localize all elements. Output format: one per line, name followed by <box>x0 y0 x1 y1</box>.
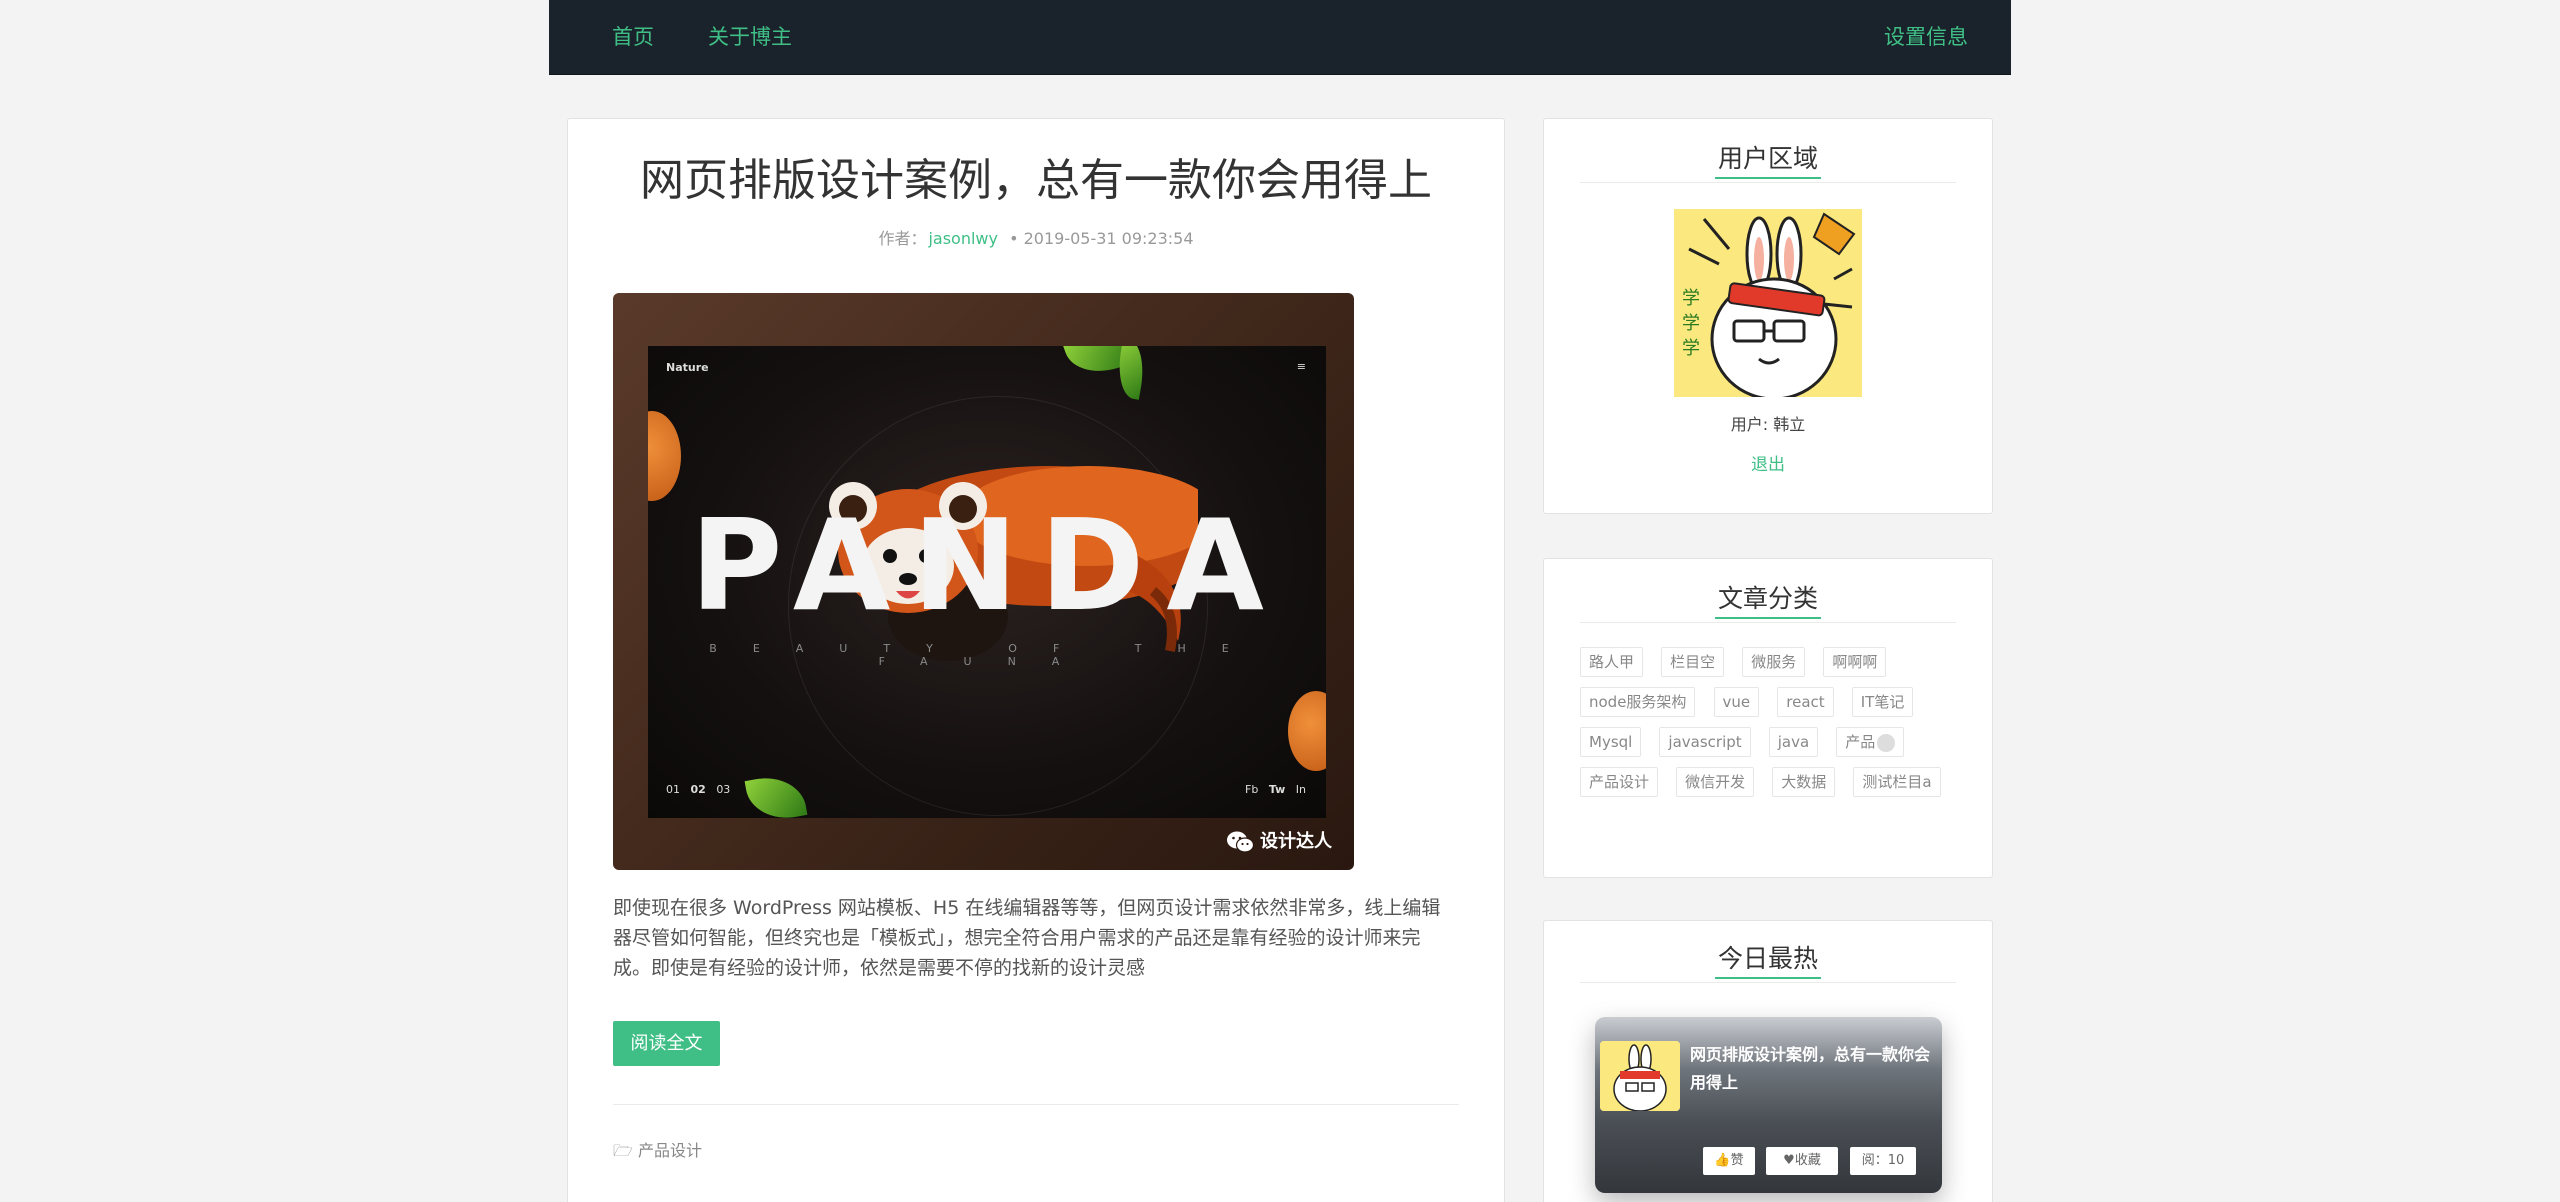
favorite-button[interactable]: ♥收藏 <box>1766 1147 1838 1175</box>
hot-article-title[interactable]: 网页排版设计案例，总有一款你会用得上 <box>1690 1041 1935 1097</box>
cover-corner-label: Nature <box>666 361 709 374</box>
category-tag[interactable]: java <box>1768 727 1819 757</box>
category-tag[interactable]: 大数据 <box>1772 767 1836 797</box>
like-button[interactable]: 👍赞 <box>1703 1147 1755 1175</box>
post-divider <box>613 1104 1459 1105</box>
hot-panel-title: 今日最热 <box>1714 944 1821 979</box>
post-excerpt: 即使现在很多 WordPress 网站模板、H5 在线编辑器等等，但网页设计需求… <box>613 897 1441 979</box>
category-tag[interactable]: 产品设计 <box>1580 767 1659 797</box>
heart-icon: ♥ <box>1783 1153 1795 1168</box>
category-tag-label: 产品 <box>1845 733 1876 751</box>
top-nav: 首页 关于博主 设置信息 <box>549 0 2011 75</box>
favorite-label: 收藏 <box>1794 1153 1821 1168</box>
nav-settings-link[interactable]: 设置信息 <box>1884 24 1968 50</box>
category-tag[interactable]: IT笔记 <box>1851 687 1914 717</box>
category-tag[interactable]: javascript <box>1659 727 1751 757</box>
cover-pager-2: 02 <box>690 783 706 796</box>
cover-subline: BEAUTY OF THE FAUNA <box>709 642 1265 668</box>
cover-pager-3: 03 <box>716 783 731 796</box>
cover-social-fb: Fb <box>1245 783 1259 796</box>
post-title[interactable]: 网页排版设计案例，总有一款你会用得上 <box>568 151 1504 211</box>
read-more-button[interactable]: 阅读全文 <box>613 1021 720 1066</box>
avatar-emoji-icon <box>1877 733 1896 752</box>
category-tag[interactable]: 啊啊啊 <box>1823 647 1887 677</box>
views-count: 阅：10 <box>1850 1147 1916 1175</box>
author-label: 作者： <box>878 229 927 248</box>
like-label: 赞 <box>1730 1153 1744 1168</box>
category-tag[interactable]: vue <box>1713 687 1760 717</box>
thumbs-up-icon: 👍 <box>1714 1153 1731 1168</box>
author-link[interactable]: jasonlwy <box>928 229 998 248</box>
hot-panel: 今日最热 网页排版设计案例，总有一款你会用得上 👍赞 ♥收藏 阅：10 <box>1543 920 1993 1202</box>
user-panel-title: 用户区域 <box>1714 144 1821 179</box>
category-tag[interactable]: 栏目空 <box>1661 647 1725 677</box>
category-panel: 文章分类 路人甲 栏目空 微服务 啊啊啊 node服务架构 vue react … <box>1543 558 1993 878</box>
svg-text:学: 学 <box>1682 288 1700 309</box>
category-tag[interactable]: 微信开发 <box>1676 767 1755 797</box>
hot-article-thumbnail <box>1600 1041 1680 1111</box>
cover-social-tw: Tw <box>1268 783 1286 796</box>
user-avatar[interactable]: 学 学 学 <box>1674 209 1862 397</box>
svg-text:学: 学 <box>1682 313 1700 334</box>
watermark-text: 设计达人 <box>1260 831 1332 852</box>
category-tag[interactable]: 微服务 <box>1742 647 1806 677</box>
cover-artwork: PANDA BEAUTY OF THE FAUNA Nature ≡ 01 02… <box>648 346 1326 818</box>
post-category[interactable]: 🗁 产品设计 <box>613 1137 702 1167</box>
rabbit-avatar-icon: 学 学 学 <box>1674 209 1862 397</box>
folder-icon: 🗁 <box>613 1141 633 1160</box>
user-panel: 用户区域 学 学 学 用户: 韩立 退出 <box>1543 118 1993 514</box>
category-tag-product[interactable]: 产品 <box>1836 727 1905 757</box>
post-category-label[interactable]: 产品设计 <box>638 1141 702 1160</box>
hot-article-card[interactable]: 网页排版设计案例，总有一款你会用得上 👍赞 ♥收藏 阅：10 <box>1595 1017 1942 1193</box>
category-tag[interactable]: react <box>1777 687 1834 717</box>
post-card: 网页排版设计案例，总有一款你会用得上 作者： jasonlwy • 2019-05… <box>567 118 1505 1202</box>
rabbit-thumbnail-icon <box>1600 1041 1680 1111</box>
nav-home-link[interactable]: 首页 <box>612 24 654 50</box>
cover-menu-icon: ≡ <box>1296 360 1306 373</box>
category-tag[interactable]: Mysql <box>1580 727 1642 757</box>
cover-headline: PANDA <box>690 492 1286 639</box>
cover-social-in: In <box>1295 783 1306 796</box>
category-tag[interactable]: node服务架构 <box>1580 687 1696 717</box>
category-tag[interactable]: 测试栏目a <box>1853 767 1941 797</box>
post-cover-image[interactable]: PANDA BEAUTY OF THE FAUNA Nature ≡ 01 02… <box>613 293 1354 870</box>
cover-pager-1: 01 <box>666 783 680 796</box>
post-date: • 2019-05-31 09:23:54 <box>1009 229 1194 248</box>
wechat-watermark: 设计达人 <box>1226 827 1332 854</box>
svg-text:学: 学 <box>1682 338 1700 359</box>
category-tag[interactable]: 路人甲 <box>1580 647 1644 677</box>
category-tag-list: 路人甲 栏目空 微服务 啊啊啊 node服务架构 vue react IT笔记 … <box>1580 647 1970 807</box>
logout-link[interactable]: 退出 <box>1544 450 1992 475</box>
nav-about-link[interactable]: 关于博主 <box>708 24 792 50</box>
category-panel-title: 文章分类 <box>1714 584 1821 619</box>
wechat-icon <box>1227 831 1254 853</box>
post-meta: 作者： jasonlwy • 2019-05-31 09:23:54 <box>568 225 1504 249</box>
user-name: 用户: 韩立 <box>1730 415 1806 434</box>
